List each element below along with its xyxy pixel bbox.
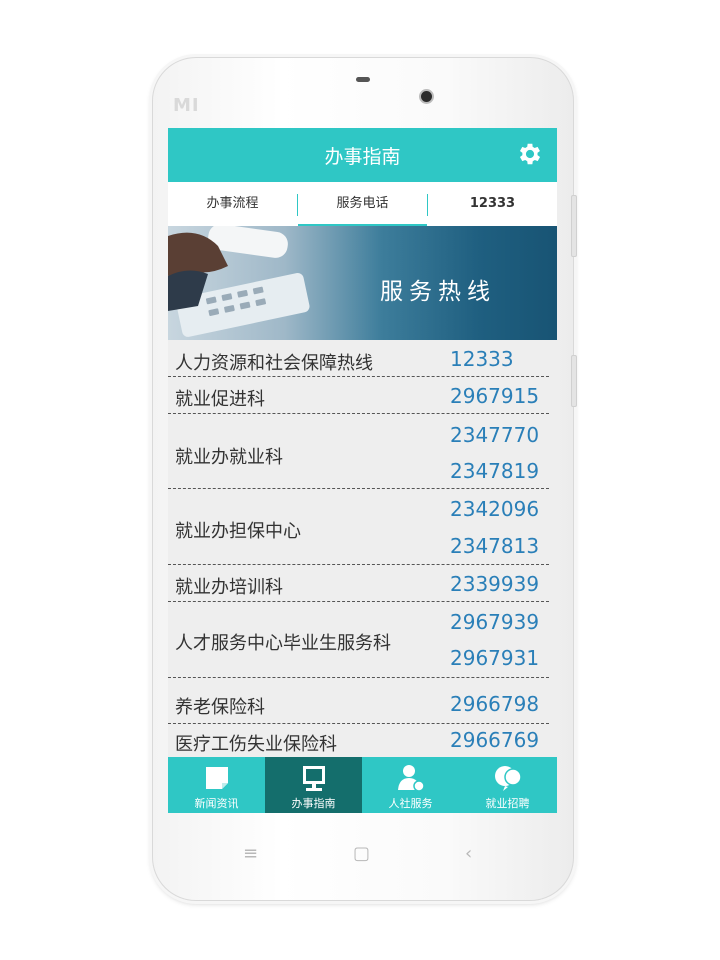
- volume-button: [571, 355, 577, 407]
- banner-title: 服务热线: [380, 279, 496, 305]
- home-key-icon[interactable]: ▢: [353, 843, 370, 864]
- contact-name: 就业办就业科: [175, 447, 283, 468]
- contact-name: 医疗工伤失业保险科: [175, 734, 337, 755]
- brand-logo: MI: [173, 95, 200, 116]
- back-key-icon[interactable]: ‹: [465, 843, 472, 864]
- front-camera: [419, 89, 434, 104]
- tab-bar: 办事流程 服务电话 12333: [168, 182, 557, 226]
- list-item: 养老保险科 2966798: [168, 678, 549, 724]
- earpiece-speaker: [356, 77, 370, 82]
- list-item: 就业办就业科 2347770 2347819: [168, 414, 549, 489]
- user-service-icon: [398, 765, 425, 792]
- title-bar: 办事指南: [168, 128, 557, 182]
- phone-number[interactable]: 2967915: [450, 384, 539, 408]
- phone-number[interactable]: 2967931: [450, 646, 539, 670]
- list-item: 人力资源和社会保障热线 12333: [168, 340, 549, 377]
- monitor-icon: [303, 766, 325, 791]
- telephone-illustration: [168, 226, 310, 337]
- nav-service[interactable]: 人社服务: [362, 757, 459, 813]
- list-item: 就业促进科 2967915: [168, 377, 549, 414]
- news-icon: [206, 767, 228, 789]
- phone-number[interactable]: 2347770: [450, 423, 539, 447]
- contact-name: 人力资源和社会保障热线: [175, 353, 373, 374]
- tab-12333[interactable]: 12333: [428, 182, 557, 226]
- contact-name: 就业办担保中心: [175, 521, 301, 542]
- app-screen: 办事指南 办事流程 服务电话 12333 服务热线 人力资源和社会保障热线 12…: [168, 128, 557, 813]
- tab-process[interactable]: 办事流程: [168, 182, 297, 226]
- phone-number[interactable]: 2347819: [450, 459, 539, 483]
- tab-service-phone[interactable]: 服务电话: [298, 182, 427, 226]
- list-item: 就业办担保中心 2342096 2347813: [168, 489, 549, 565]
- nav-label: 人社服务: [388, 797, 433, 810]
- contact-name: 人才服务中心毕业生服务科: [175, 633, 391, 654]
- recruitment-icon: [495, 766, 522, 791]
- nav-news[interactable]: 新闻资讯: [168, 757, 265, 813]
- phone-number[interactable]: 2347813: [450, 534, 539, 558]
- bottom-nav: 新闻资讯 办事指南 人社服务 就业招聘: [168, 757, 557, 813]
- list-item: 就业办培训科 2339939: [168, 565, 549, 602]
- page-title: 办事指南: [324, 146, 401, 168]
- nav-jobs[interactable]: 就业招聘: [459, 757, 556, 813]
- phone-number[interactable]: 2339939: [450, 572, 539, 596]
- menu-key-icon[interactable]: ≡: [243, 843, 258, 864]
- phone-number[interactable]: 12333: [450, 347, 514, 371]
- contact-name: 养老保险科: [175, 697, 265, 718]
- list-item: 人才服务中心毕业生服务科 2967939 2967931: [168, 602, 549, 678]
- contact-name: 就业促进科: [175, 389, 265, 410]
- nav-label: 办事指南: [291, 797, 336, 810]
- contact-name: 就业办培训科: [175, 577, 283, 598]
- phone-number[interactable]: 2342096: [450, 497, 539, 521]
- nav-label: 就业招聘: [485, 797, 530, 810]
- nav-guide[interactable]: 办事指南: [265, 757, 362, 813]
- power-button: [571, 195, 577, 257]
- gear-icon[interactable]: [516, 140, 544, 168]
- phone-number[interactable]: 2966798: [450, 692, 539, 716]
- nav-label: 新闻资讯: [194, 797, 239, 810]
- phone-number[interactable]: 2967939: [450, 610, 539, 634]
- list-item: 医疗工伤失业保险科 2966769: [168, 724, 549, 760]
- phone-number[interactable]: 2966769: [450, 728, 539, 752]
- hotline-banner: 服务热线: [168, 226, 557, 340]
